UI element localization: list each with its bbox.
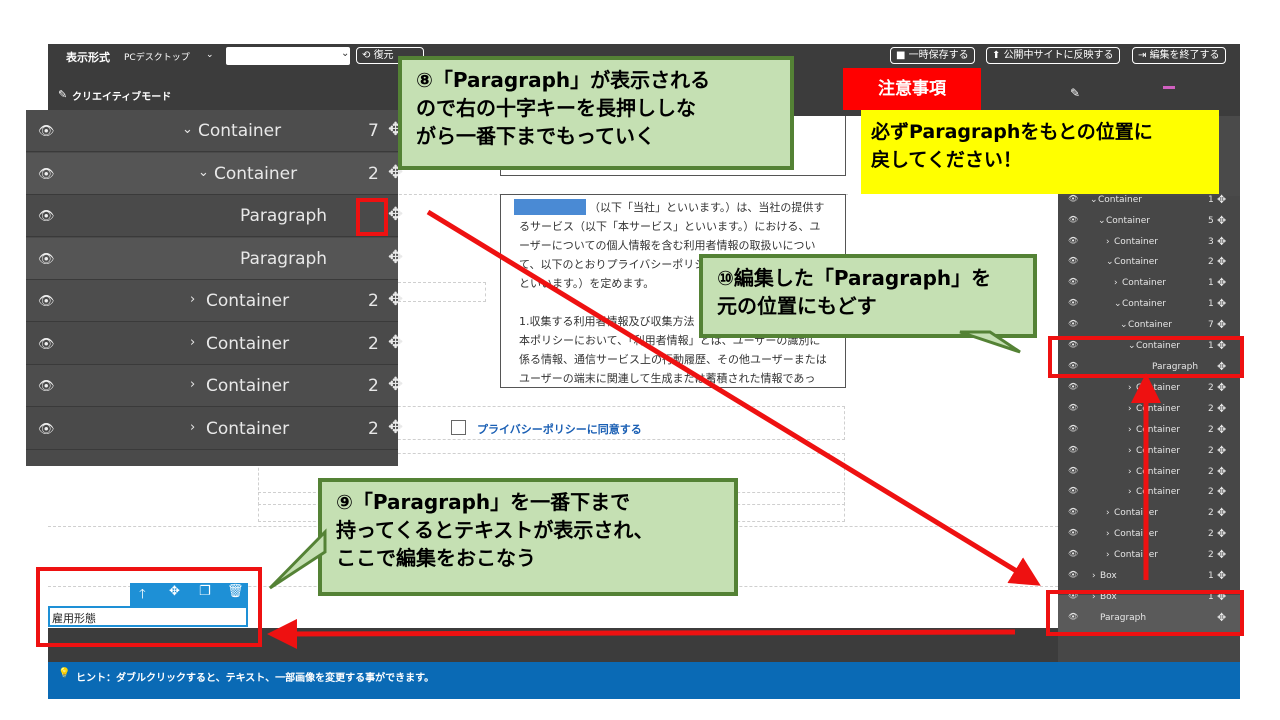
arrow-to-edit — [267, 618, 1016, 649]
step10-callout-tail — [959, 330, 1021, 354]
arrow-drag-down — [426, 209, 1041, 586]
annotation-arrows — [267, 209, 1161, 649]
step9-callout-tail — [268, 528, 327, 590]
